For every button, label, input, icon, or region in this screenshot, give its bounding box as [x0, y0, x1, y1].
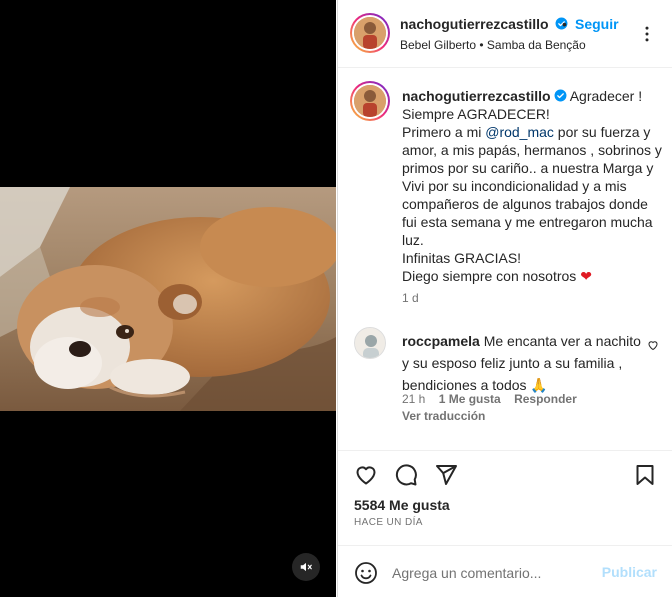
bulldog-image: [0, 187, 336, 411]
post-date[interactable]: HACE UN DÍA: [354, 517, 423, 528]
more-options-icon[interactable]: [637, 24, 657, 44]
mute-icon: [300, 562, 312, 572]
save-icon[interactable]: [633, 463, 657, 487]
post-photo-bulldog[interactable]: [0, 187, 336, 411]
comment-meta: 21 h 1 Me gusta Responder: [402, 392, 587, 406]
header-separator: •: [562, 16, 567, 32]
comment-input[interactable]: [392, 561, 592, 585]
likes-count[interactable]: 5584 Me gusta: [354, 497, 450, 513]
reply-button[interactable]: Responder: [514, 392, 577, 406]
publish-button[interactable]: Publicar: [602, 564, 657, 580]
author-avatar[interactable]: [350, 13, 390, 53]
caption-text-end: por su fuerza y amor, a mis papás, herma…: [402, 124, 662, 284]
post-caption: nachogutierrezcastillo Agradecer ! Siemp…: [402, 87, 662, 285]
audio-track-link[interactable]: Bebel Gilberto • Samba da Benção: [400, 38, 586, 52]
comments-section[interactable]: nachogutierrezcastillo Agradecer ! Siemp…: [338, 69, 672, 450]
avatar-image: [354, 85, 386, 117]
commenter-avatar[interactable]: [354, 327, 386, 359]
follow-button[interactable]: Seguir: [575, 16, 619, 32]
emoji-icon[interactable]: [354, 561, 378, 585]
heart-icon[interactable]: [354, 463, 378, 487]
comment-timestamp[interactable]: 21 h: [402, 392, 425, 406]
caption-username[interactable]: nachogutierrezcastillo: [402, 88, 551, 104]
share-icon[interactable]: [434, 463, 458, 487]
post-details-panel: nachogutierrezcastillo • Seguir Bebel Gi…: [337, 0, 672, 597]
see-translation-link[interactable]: Ver traducción: [402, 409, 485, 423]
comment-likes[interactable]: 1 Me gusta: [439, 392, 501, 406]
add-comment-bar: Publicar: [338, 545, 672, 597]
avatar-image: [355, 328, 385, 358]
caption-author-avatar[interactable]: [350, 81, 390, 121]
comment-icon[interactable]: [394, 463, 418, 487]
commenter-username[interactable]: roccpamela: [402, 333, 480, 349]
author-username-text[interactable]: nachogutierrezcastillo: [400, 16, 549, 32]
comment-heart-icon[interactable]: [647, 339, 659, 351]
post-header: nachogutierrezcastillo • Seguir Bebel Gi…: [338, 0, 672, 68]
post-actions: 5584 Me gusta HACE UN DÍA Publicar: [338, 450, 672, 597]
red-heart-emoji: ❤: [580, 268, 592, 284]
mute-button[interactable]: [292, 553, 320, 581]
caption-mention-link[interactable]: @rod_mac: [485, 124, 554, 140]
verified-icon: [554, 89, 567, 102]
caption-timestamp[interactable]: 1 d: [402, 291, 419, 305]
post-media[interactable]: [0, 0, 336, 597]
author-username[interactable]: nachogutierrezcastillo: [400, 16, 568, 32]
comment-body: roccpamela Me encanta ver a nachito y su…: [402, 330, 642, 396]
avatar-image: [354, 17, 386, 49]
